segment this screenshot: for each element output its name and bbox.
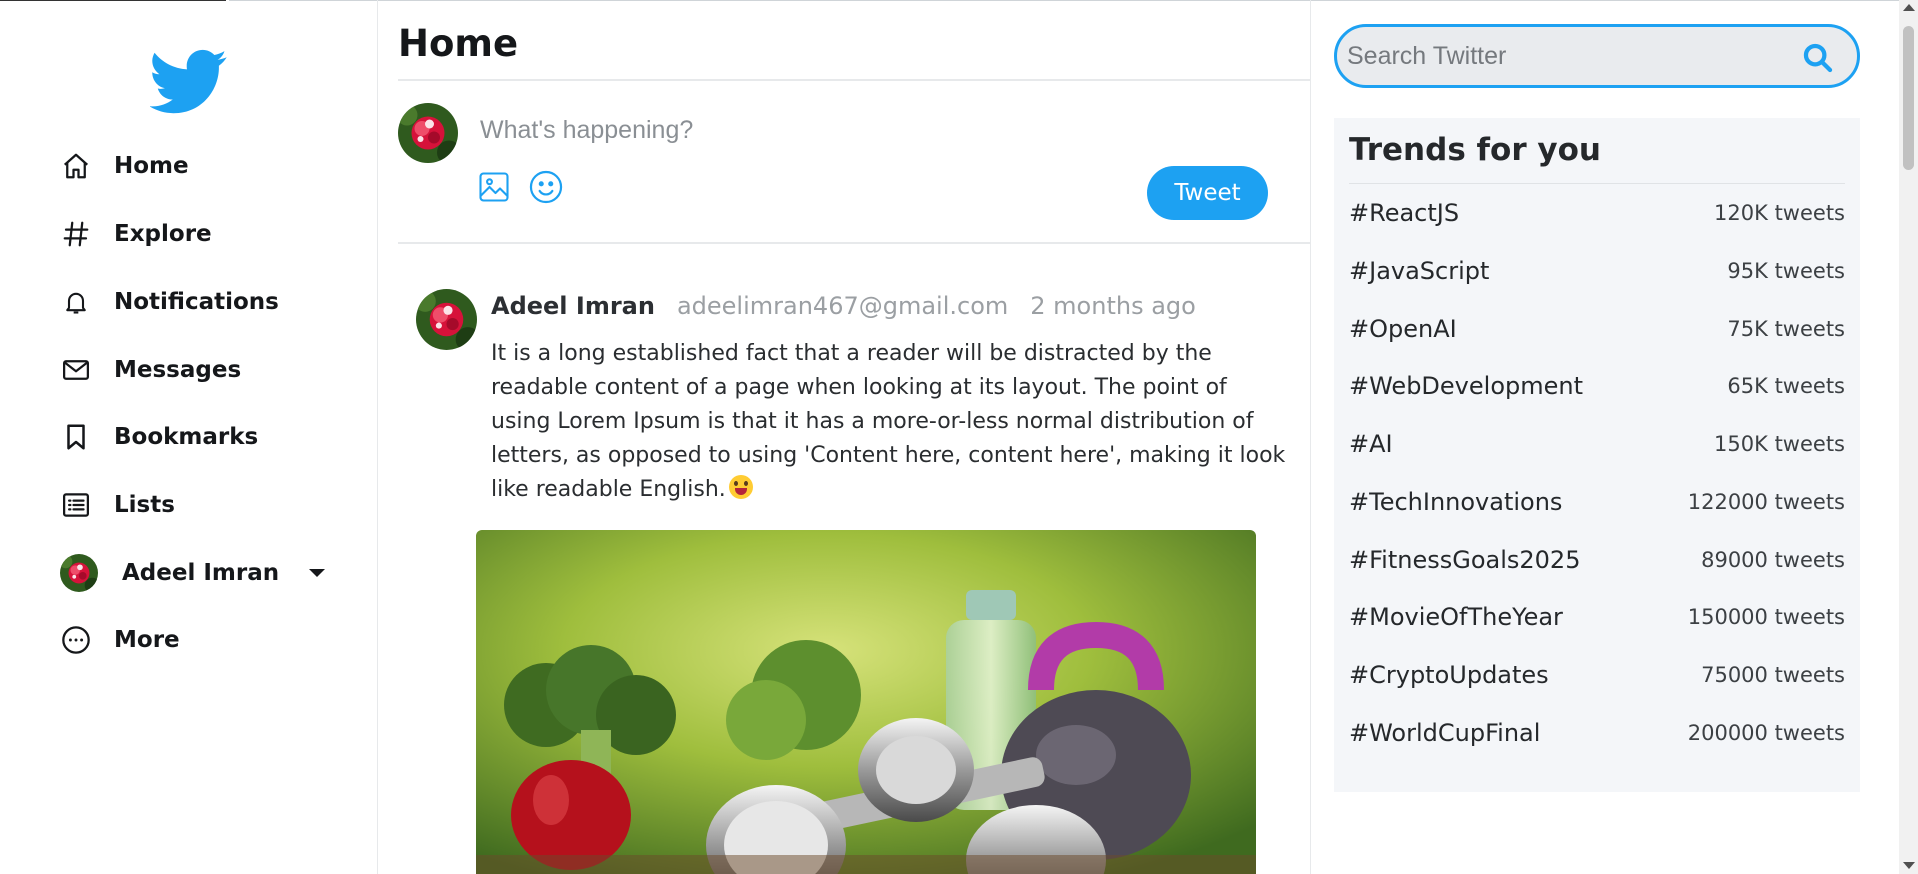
envelope-icon: [60, 354, 92, 386]
avatar[interactable]: [416, 289, 477, 350]
sidebar-item-explore[interactable]: Explore: [60, 212, 212, 256]
page-title: Home: [398, 22, 519, 65]
scrollbar-thumb[interactable]: [1903, 26, 1914, 170]
tweet-email: adeelimran467@gmail.com: [676, 292, 1009, 320]
tweet-button[interactable]: Tweet: [1147, 166, 1268, 220]
trend-count: 65K tweets: [1727, 374, 1845, 398]
tweet-timestamp: 2 months ago: [1030, 292, 1196, 320]
sidebar-item-label: Notifications: [114, 289, 279, 315]
image-icon[interactable]: [474, 167, 514, 207]
trend-item[interactable]: #CryptoUpdates 75000 tweets: [1349, 655, 1845, 695]
trend-hashtag: #TechInnovations: [1349, 488, 1563, 516]
trend-count: 150K tweets: [1714, 432, 1845, 456]
trend-hashtag: #CryptoUpdates: [1349, 661, 1549, 689]
trend-hashtag: #FitnessGoals2025: [1349, 546, 1581, 574]
trend-item[interactable]: #OpenAI 75K tweets: [1349, 309, 1845, 349]
trend-item[interactable]: #AI 150K tweets: [1349, 424, 1845, 464]
trend-count: 95K tweets: [1727, 259, 1845, 283]
search-input[interactable]: [1347, 36, 1787, 76]
bookmark-icon: [60, 421, 92, 453]
tweet-image[interactable]: [476, 530, 1256, 874]
sidebar-item-label: Messages: [114, 357, 242, 383]
trend-hashtag: #MovieOfTheYear: [1349, 603, 1563, 631]
sidebar-item-messages[interactable]: Messages: [60, 348, 241, 392]
trend-count: 150000 tweets: [1687, 605, 1845, 629]
sidebar-item-lists[interactable]: Lists: [60, 483, 175, 527]
sidebar-item-label: More: [114, 627, 180, 653]
hashtag-icon: [60, 218, 92, 250]
trend-item[interactable]: #ReactJS 120K tweets: [1349, 193, 1845, 233]
trend-hashtag: #ReactJS: [1349, 199, 1460, 227]
scrollbar[interactable]: [1899, 0, 1918, 874]
trend-item[interactable]: #WorldCupFinal 200000 tweets: [1349, 713, 1845, 753]
tweet-text: It is a long established fact that a rea…: [491, 337, 1291, 507]
trends-title: Trends for you: [1349, 132, 1601, 168]
trend-hashtag: #JavaScript: [1349, 257, 1490, 285]
trend-count: 89000 tweets: [1701, 548, 1845, 572]
trend-item[interactable]: #MovieOfTheYear 150000 tweets: [1349, 597, 1845, 637]
trend-item[interactable]: #FitnessGoals2025 89000 tweets: [1349, 540, 1845, 580]
trend-hashtag: #WorldCupFinal: [1349, 719, 1541, 747]
tongue-out-emoji-icon: [728, 475, 753, 499]
trends-panel: Trends for you #ReactJS 120K tweets #Jav…: [1334, 118, 1860, 792]
sidebar-item-bookmarks[interactable]: Bookmarks: [60, 415, 258, 459]
search-icon[interactable]: [1801, 41, 1835, 75]
divider: [398, 242, 1310, 244]
sidebar-item-label: Bookmarks: [114, 424, 259, 450]
divider: [398, 79, 1310, 81]
home-icon: [60, 150, 92, 182]
trend-hashtag: #OpenAI: [1349, 315, 1457, 343]
sidebar-item-notifications[interactable]: Notifications: [60, 280, 279, 324]
tweet-author[interactable]: Adeel Imran: [491, 292, 655, 320]
sidebar-profile[interactable]: Adeel Imran: [60, 551, 326, 595]
sidebar-item-label: Home: [114, 153, 189, 179]
divider: [1310, 0, 1311, 874]
avatar[interactable]: [398, 103, 458, 163]
tweet-header: Adeel Imran adeelimran467@gmail.com 2 mo…: [491, 292, 1196, 320]
sidebar-item-label: Explore: [114, 221, 212, 247]
trend-count: 200000 tweets: [1687, 721, 1845, 745]
list-icon: [60, 489, 92, 521]
emoji-icon[interactable]: [526, 167, 566, 207]
trend-hashtag: #WebDevelopment: [1349, 372, 1583, 400]
trend-count: 75K tweets: [1727, 317, 1845, 341]
trend-item[interactable]: #TechInnovations 122000 tweets: [1349, 482, 1845, 522]
tweet-body: It is a long established fact that a rea…: [491, 341, 1286, 502]
scroll-up-arrow-icon[interactable]: [1903, 4, 1915, 11]
profile-name: Adeel Imran: [122, 560, 280, 586]
chevron-down-icon: [309, 569, 326, 577]
trend-count: 75000 tweets: [1701, 663, 1845, 687]
sidebar-item-more[interactable]: More: [60, 618, 180, 662]
divider: [1349, 183, 1845, 184]
bell-icon: [60, 286, 92, 318]
sidebar-item-label: Lists: [114, 492, 175, 518]
trend-hashtag: #AI: [1349, 430, 1393, 458]
main-feed: Home Tweet Adeel Imran: [378, 0, 1310, 874]
scroll-down-arrow-icon[interactable]: [1903, 862, 1915, 869]
avatar: [60, 554, 98, 592]
sidebar-item-home[interactable]: Home: [60, 144, 189, 188]
sidebar: Home Explore Notifications Messages Book…: [0, 0, 378, 874]
trend-count: 122000 tweets: [1687, 490, 1845, 514]
trend-count: 120K tweets: [1714, 201, 1845, 225]
trend-item[interactable]: #JavaScript 95K tweets: [1349, 251, 1845, 291]
twitter-bird-icon[interactable]: [149, 48, 228, 116]
compose-tweet-input[interactable]: [480, 110, 1280, 150]
trend-item[interactable]: #WebDevelopment 65K tweets: [1349, 366, 1845, 406]
more-circle-icon: [60, 624, 92, 656]
